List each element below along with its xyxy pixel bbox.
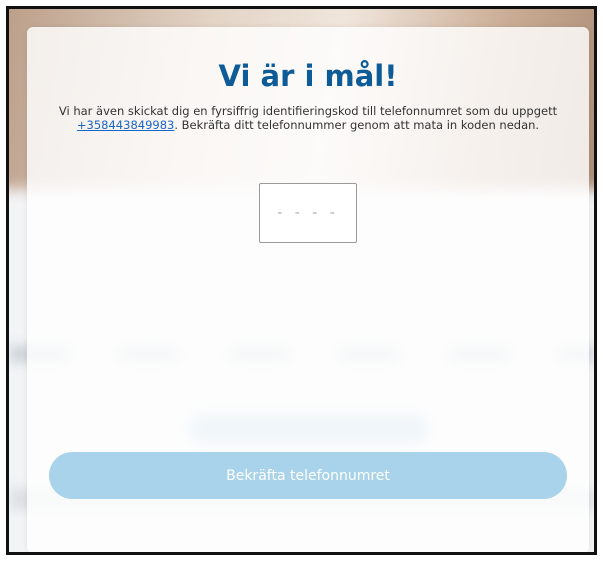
- phone-number-link[interactable]: +358443849983: [77, 118, 174, 132]
- confirm-phone-button[interactable]: Bekräfta telefonnumret: [49, 452, 567, 499]
- modal-description: Vi har även skickat dig en fyrsiffrig id…: [47, 104, 569, 132]
- phone-verification-modal: Vi är i mål! Vi har även skickat dig en …: [27, 27, 589, 552]
- screenshot-frame: ​ Vi är i mål! Vi har även skickat dig e…: [6, 6, 597, 555]
- modal-title: Vi är i mål!: [218, 59, 398, 93]
- description-text-before: Vi har även skickat dig en fyrsiffrig id…: [58, 104, 558, 118]
- verification-code-input[interactable]: [259, 183, 357, 243]
- description-text-after: . Bekräfta ditt telefonnummer genom att …: [174, 118, 540, 132]
